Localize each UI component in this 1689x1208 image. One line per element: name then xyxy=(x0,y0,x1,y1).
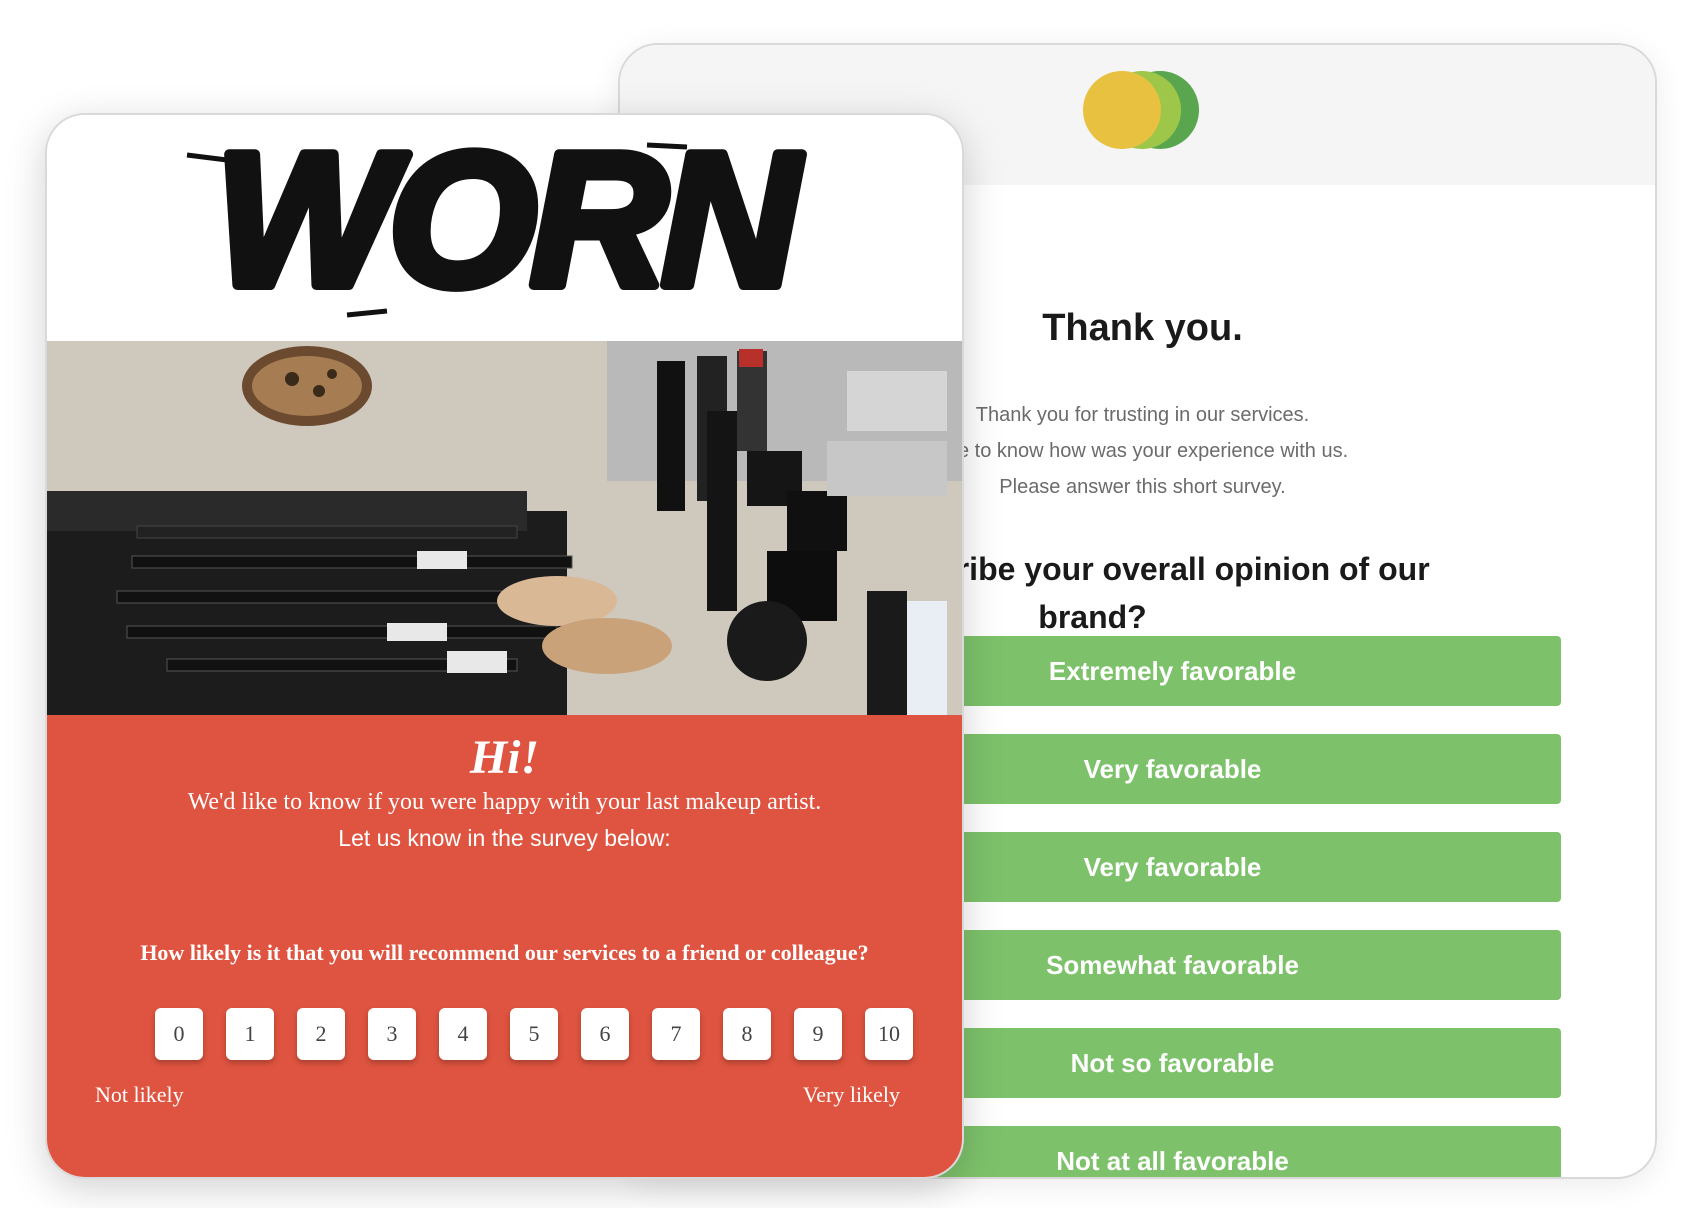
intro-line-1: We'd like to know if you were happy with… xyxy=(187,789,822,815)
score-4-button[interactable]: 4 xyxy=(439,1008,487,1060)
nps-question: How likely is it that you will recommend… xyxy=(140,940,869,965)
brand-logo: WORN xyxy=(186,115,814,331)
makeup-photo xyxy=(47,341,962,715)
score-9-button[interactable]: 9 xyxy=(794,1008,842,1060)
brand-header: WORN xyxy=(47,115,962,341)
greeting: Hi! xyxy=(469,731,540,784)
score-5-button[interactable]: 5 xyxy=(510,1008,558,1060)
nps-card: WORN Hi! We'd like to know if you were h… xyxy=(45,113,964,1179)
score-0-button[interactable]: 0 xyxy=(155,1008,203,1060)
scale-high-label: Very likely xyxy=(802,1082,900,1107)
nps-panel: Hi! We'd like to know if you were happy … xyxy=(47,715,962,1177)
nps-scale: 0 1 2 3 4 5 6 7 8 9 10 xyxy=(108,1008,913,1062)
score-1-button[interactable]: 1 xyxy=(226,1008,274,1060)
score-2-button[interactable]: 2 xyxy=(297,1008,345,1060)
score-10-button[interactable]: 10 xyxy=(865,1008,913,1060)
score-3-button[interactable]: 3 xyxy=(368,1008,416,1060)
intro-line-2: Let us know in the survey below: xyxy=(338,825,671,851)
scale-low-label: Not likely xyxy=(95,1082,184,1107)
score-7-button[interactable]: 7 xyxy=(652,1008,700,1060)
brand-logo-icon xyxy=(1083,71,1213,151)
score-6-button[interactable]: 6 xyxy=(581,1008,629,1060)
score-8-button[interactable]: 8 xyxy=(723,1008,771,1060)
brand-logo-text: WORN xyxy=(215,115,802,326)
